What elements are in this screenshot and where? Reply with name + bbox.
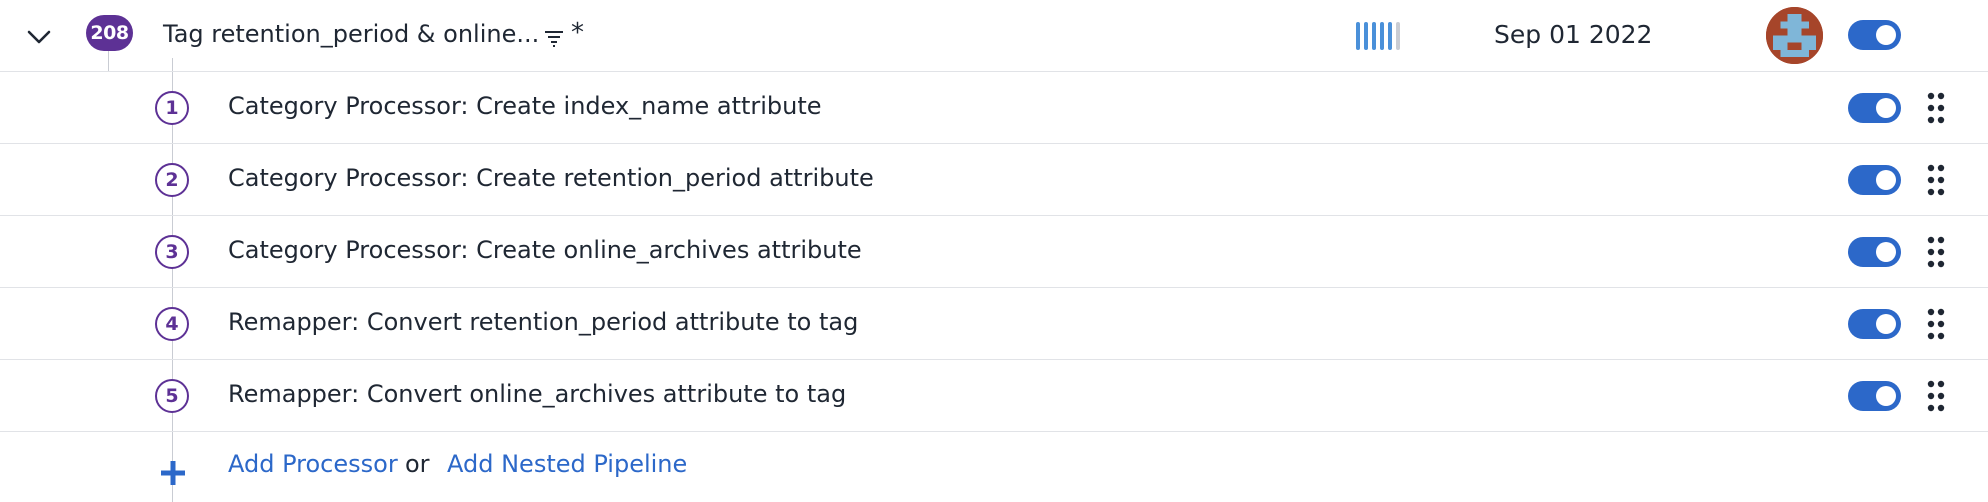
usage-bar bbox=[1388, 22, 1392, 50]
usage-bar bbox=[1356, 22, 1360, 50]
usage-bar bbox=[1364, 22, 1368, 50]
drag-handle-icon[interactable] bbox=[1926, 91, 1946, 125]
processor-enable-toggle[interactable] bbox=[1848, 237, 1901, 267]
processor-enable-toggle[interactable] bbox=[1848, 381, 1901, 411]
usage-bar bbox=[1380, 22, 1384, 50]
toggle-knob bbox=[1876, 170, 1896, 190]
toggle-knob bbox=[1876, 386, 1896, 406]
add-processor-row: Add Processor or Add Nested Pipeline bbox=[0, 430, 1988, 502]
toggle-knob bbox=[1876, 314, 1896, 334]
processor-row[interactable]: 4 Remapper: Convert retention_period att… bbox=[0, 288, 1988, 360]
usage-bar bbox=[1372, 22, 1376, 50]
pipeline-enable-toggle[interactable] bbox=[1848, 20, 1901, 50]
filter-icon bbox=[543, 25, 565, 49]
processor-name[interactable]: Category Processor: Create retention_per… bbox=[228, 164, 874, 192]
add-processor-link[interactable]: Add Processor bbox=[228, 450, 398, 478]
drag-handle-icon[interactable] bbox=[1926, 379, 1946, 413]
processor-row[interactable]: 5 Remapper: Convert online_archives attr… bbox=[0, 360, 1988, 432]
step-number: 2 bbox=[155, 163, 189, 197]
processor-name[interactable]: Category Processor: Create online_archiv… bbox=[228, 236, 862, 264]
processor-name[interactable]: Remapper: Convert retention_period attri… bbox=[228, 308, 858, 336]
toggle-knob bbox=[1876, 25, 1896, 45]
usage-bar bbox=[1396, 22, 1400, 50]
step-number: 4 bbox=[155, 307, 189, 341]
usage-bars bbox=[1356, 22, 1400, 50]
processor-row[interactable]: 1 Category Processor: Create index_name … bbox=[0, 72, 1988, 144]
drag-handle-icon[interactable] bbox=[1926, 307, 1946, 341]
processor-name[interactable]: Remapper: Convert online_archives attrib… bbox=[228, 380, 846, 408]
avatar bbox=[1766, 7, 1823, 64]
pipeline-name[interactable]: Tag retention_period & online... bbox=[163, 20, 539, 48]
drag-handle-icon[interactable] bbox=[1926, 235, 1946, 269]
step-number: 1 bbox=[155, 91, 189, 125]
step-number: 3 bbox=[155, 235, 189, 269]
or-text: or bbox=[405, 450, 430, 478]
processor-enable-toggle[interactable] bbox=[1848, 165, 1901, 195]
pipeline-list: 208 Tag retention_period & online... * S… bbox=[0, 0, 1988, 502]
add-nested-pipeline-link[interactable]: Add Nested Pipeline bbox=[447, 450, 687, 478]
toggle-knob bbox=[1876, 98, 1896, 118]
pipeline-count-badge: 208 bbox=[86, 15, 133, 51]
processor-row[interactable]: 2 Category Processor: Create retention_p… bbox=[0, 144, 1988, 216]
step-number: 5 bbox=[155, 379, 189, 413]
processor-enable-toggle[interactable] bbox=[1848, 93, 1901, 123]
drag-handle-icon[interactable] bbox=[1926, 163, 1946, 197]
pipeline-date: Sep 01 2022 bbox=[1494, 20, 1653, 49]
toggle-knob bbox=[1876, 242, 1896, 262]
processor-enable-toggle[interactable] bbox=[1848, 309, 1901, 339]
processor-row[interactable]: 3 Category Processor: Create online_arch… bbox=[0, 216, 1988, 288]
filter-query: * bbox=[571, 18, 584, 48]
chevron-down-icon[interactable] bbox=[24, 22, 54, 52]
processor-name[interactable]: Category Processor: Create index_name at… bbox=[228, 92, 822, 120]
plus-icon[interactable] bbox=[160, 460, 186, 486]
pipeline-header-row[interactable]: 208 Tag retention_period & online... * S… bbox=[0, 0, 1988, 72]
